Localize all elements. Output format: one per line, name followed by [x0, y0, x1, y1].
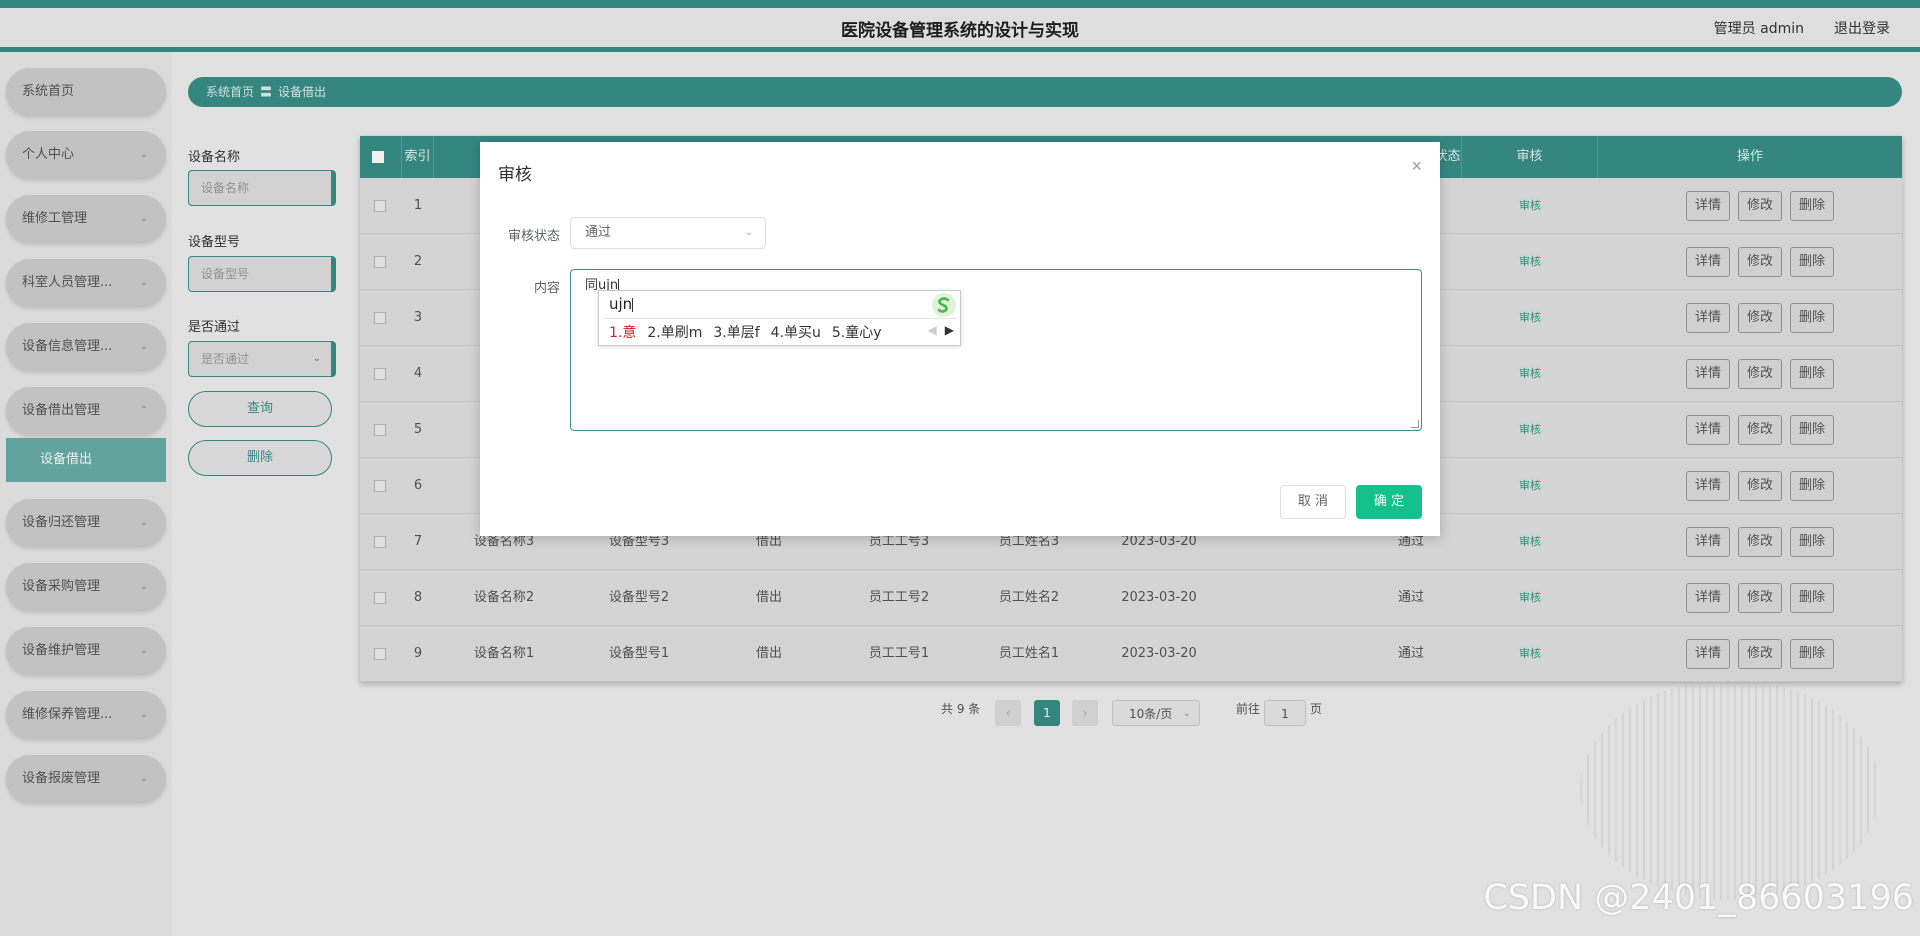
chevron-down-icon: ⌄	[744, 227, 753, 238]
cancel-button[interactable]: 取 消	[1280, 485, 1346, 519]
audit-status-value: 通过	[585, 225, 612, 240]
content-label: 内容	[533, 281, 560, 296]
sogou-logo-icon	[932, 293, 956, 317]
ime-prev-icon[interactable]: ◀	[928, 323, 937, 337]
watermark: CSDN @2401_86603196	[1483, 878, 1914, 918]
ime-candidate[interactable]: 5.童心y	[832, 325, 882, 341]
ime-next-icon[interactable]: ▶	[945, 323, 954, 337]
ime-candidates: 1.意 2.单刷m 3.单层f 4.单买u 5.童心y	[609, 322, 893, 342]
audit-status-select[interactable]: 通过 ⌄	[570, 217, 766, 249]
ime-candidate-window: ujn 1.意 2.单刷m 3.单层f 4.单买u 5.童心y ◀ ▶	[598, 290, 961, 346]
resize-handle-icon[interactable]	[1411, 420, 1419, 428]
ime-composition: ujn	[609, 295, 634, 313]
close-icon[interactable]: ×	[1411, 156, 1422, 177]
ime-page-arrows[interactable]: ◀ ▶	[928, 323, 954, 337]
ime-candidate[interactable]: 2.单刷m	[647, 325, 702, 341]
ime-candidate[interactable]: 4.单买u	[771, 325, 821, 341]
audit-status-label: 审核状态	[507, 229, 560, 244]
ime-candidate[interactable]: 1.意	[609, 325, 636, 341]
ime-candidate[interactable]: 3.单层f	[713, 325, 759, 341]
dialog-title: 审核	[498, 165, 532, 185]
confirm-button[interactable]: 确 定	[1356, 485, 1422, 519]
